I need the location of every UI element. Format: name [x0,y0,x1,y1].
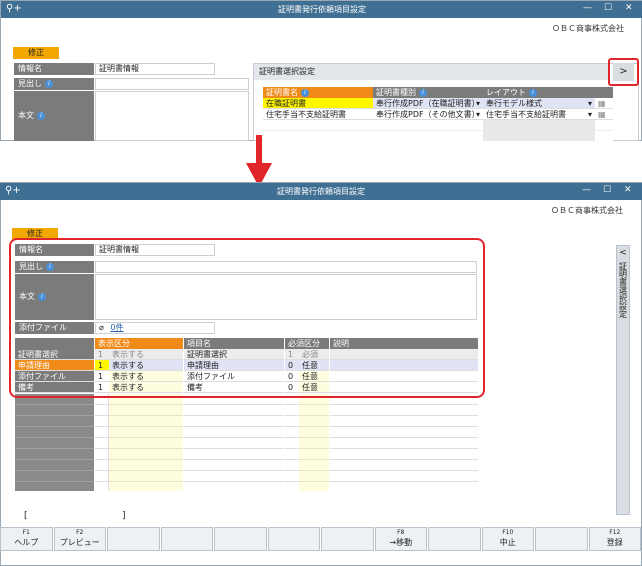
heading-label: 見出し i [14,78,94,90]
chevron-down-icon: ▾ [475,99,480,108]
status-bracket-open: [ [24,511,28,521]
function-key-7[interactable] [321,527,374,551]
function-key-10[interactable]: F10 中止 [481,527,534,551]
function-key-label: ヘルプ [14,538,39,547]
function-key-11[interactable] [535,527,588,551]
company-name: ＯＢＣ商事株式会社 [551,206,623,215]
top-window: ⚲+ 証明書発行依頼項目設定 — ☐ ✕ ＯＢＣ商事株式会社 修正 情報名 証明… [0,0,642,141]
function-key-9[interactable] [428,527,481,551]
grid-empty-col [299,394,329,491]
grid-cell-kind[interactable]: 奉行作成PDF（その他文書） ▾ [373,109,483,120]
chevron-down-icon: ▾ [587,99,592,108]
highlight-box [9,238,485,398]
calendar-icon[interactable]: ▦ [595,98,613,109]
bottom-window-title: 証明書発行依頼項目設定 [277,187,365,196]
function-key-label: プレビュー [59,538,100,547]
grid-cell-kind[interactable]: 奉行作成PDF（在職証明書） ▾ [373,98,483,109]
side-panel-label: 証明書選択設定 [618,262,628,318]
function-key-code: F10 [502,529,514,536]
grid-empty-col [109,394,183,491]
function-key-label: 中止 [499,538,516,547]
grid-empty-col [285,394,299,491]
grid-header-cert-kind: 証明書種別 i [373,87,483,98]
heading-field[interactable] [95,78,249,90]
function-key-code: F2 [76,529,84,536]
top-titlebar: ⚲+ 証明書発行依頼項目設定 — ☐ ✕ [1,1,642,18]
info-icon: i [419,88,427,97]
grid-empty-shaded [483,120,595,141]
function-key-label: 登録 [606,538,623,547]
grid-empty-col [184,394,284,491]
chevron-down-icon: ▾ [587,110,592,119]
function-key-4[interactable] [160,527,213,551]
function-key-2[interactable]: F2 プレビュー [53,527,106,551]
function-key-code: F1 [22,529,30,536]
grid-cell-layout[interactable]: 住宅手当不支給証明書 ▾ [483,109,595,120]
grid-header-layout: レイアウト i [483,87,595,98]
chevron-left-icon: < [619,248,627,258]
maximize-icon[interactable]: ☐ [604,3,612,13]
grid-empty-col [95,394,109,491]
calendar-icon[interactable]: ▦ [595,109,613,120]
side-panel-toggle[interactable]: < 証明書選択設定 [616,245,630,515]
grid-header-blank [595,87,613,98]
minimize-icon[interactable]: — [582,185,591,195]
function-key-3[interactable] [107,527,160,551]
function-key-6[interactable] [267,527,320,551]
status-bracket-close: ] [122,511,126,521]
body-label: 本文 i [14,91,94,141]
info-icon: i [529,88,537,97]
grid-cell-name[interactable]: 在職証明書 [263,98,373,109]
info-icon: i [37,111,45,120]
grid-header-cert-name: 証明書名 i [263,87,373,98]
bottom-titlebar: ⚲+ 証明書発行依頼項目設定 — ☐ ✕ [0,183,642,200]
function-key-1[interactable]: F1 ヘルプ [0,527,53,551]
down-arrow-icon [246,135,272,187]
info-icon: i [45,79,53,88]
function-key-code: F12 [609,529,621,536]
mode-badge: 修正 [13,47,59,59]
function-key-12[interactable]: F12 登録 [588,527,641,551]
info-name-label: 情報名 [14,63,94,75]
grid-cell-layout[interactable]: 奉行モデル様式 ▾ [483,98,595,109]
minimize-icon[interactable]: — [583,3,592,13]
panel-title: 証明書選択設定 [254,64,608,80]
function-key-label: →移動 [389,538,413,547]
grid-cell-name[interactable]: 住宅手当不支給証明書 [263,109,373,120]
company-name: ＯＢＣ商事株式会社 [552,24,624,33]
body-field[interactable] [95,91,249,141]
grid-empty-col [330,394,478,491]
function-key-code: F8 [397,529,405,536]
grid-empty-labels [15,394,94,491]
panel-toggle-button[interactable]: > [613,63,634,81]
top-window-title: 証明書発行依頼項目設定 [278,5,366,14]
function-key-8[interactable]: F8 →移動 [374,527,427,551]
function-key-5[interactable] [214,527,267,551]
info-icon: i [301,88,309,97]
close-icon[interactable]: ✕ [624,185,632,195]
chevron-down-icon: ▾ [475,110,480,119]
maximize-icon[interactable]: ☐ [603,185,611,195]
info-name-field[interactable]: 証明書情報 [95,63,215,75]
close-icon[interactable]: ✕ [625,3,633,13]
